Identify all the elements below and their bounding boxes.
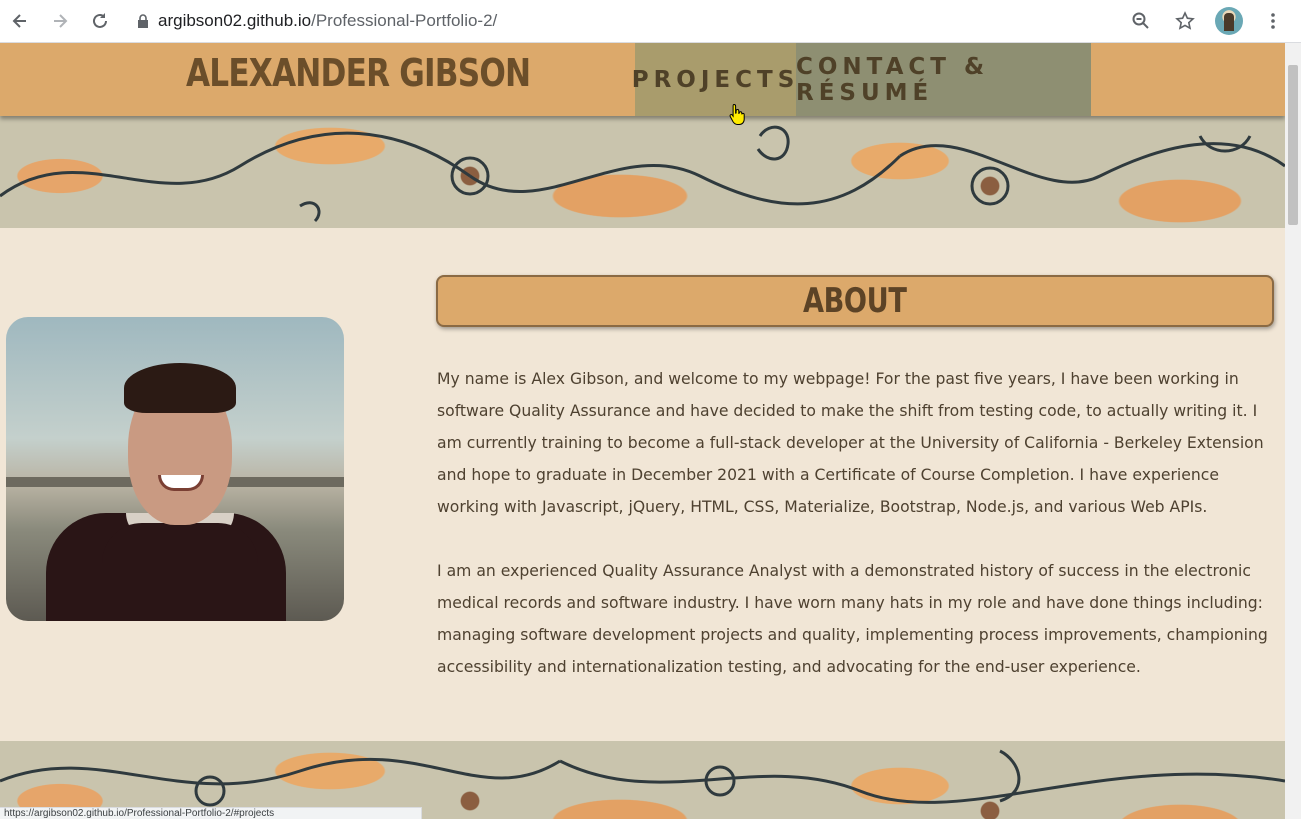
nav-projects-link[interactable]: PROJECTS (632, 43, 796, 116)
about-heading: ABOUT (436, 275, 1274, 327)
menu-dots-icon (1271, 13, 1275, 29)
page-viewport: ALEXANDER GIBSON PROJECTS CONTACT & RÉSU… (0, 43, 1285, 819)
bookmark-button[interactable] (1165, 1, 1205, 41)
forward-arrow-icon (54, 14, 68, 28)
forward-button[interactable] (40, 1, 80, 41)
lock-icon (138, 14, 148, 28)
about-text: My name is Alex Gibson, and welcome to m… (437, 363, 1282, 715)
browser-toolbar: argibson02.github.io/Professional-Portfo… (0, 0, 1301, 43)
zoom-button[interactable] (1121, 1, 1161, 41)
back-arrow-icon (12, 14, 26, 28)
status-bar: https://argibson02.github.io/Professiona… (0, 807, 422, 819)
vertical-scrollbar[interactable] (1285, 43, 1301, 819)
ornamental-banner-top (0, 116, 1285, 228)
reload-button[interactable] (80, 1, 120, 41)
reload-icon (93, 13, 107, 28)
site-header: ALEXANDER GIBSON PROJECTS CONTACT & RÉSU… (0, 43, 1285, 116)
zoom-icon (1132, 12, 1149, 29)
about-heading-text: ABOUT (803, 281, 907, 321)
profile-photo (6, 317, 344, 621)
hand-cursor-icon (729, 103, 745, 125)
url-host: argibson02.github.io (158, 11, 312, 30)
about-paragraph: My name is Alex Gibson, and welcome to m… (437, 369, 1264, 516)
menu-button[interactable] (1253, 1, 1293, 41)
url-path: /Professional-Portfolio-2/ (311, 11, 498, 30)
site-title[interactable]: ALEXANDER GIBSON (186, 51, 531, 95)
scrollbar-thumb[interactable] (1288, 65, 1298, 225)
address-bar[interactable]: argibson02.github.io/Professional-Portfo… (126, 4, 1121, 38)
about-paragraph: I am an experienced Quality Assurance An… (437, 561, 1268, 676)
star-icon (1175, 11, 1195, 30)
profile-avatar[interactable] (1215, 7, 1243, 35)
back-button[interactable] (0, 1, 40, 41)
url-text: argibson02.github.io/Professional-Portfo… (158, 11, 497, 31)
nav-contact-resume-link[interactable]: CONTACT & RÉSUMÉ (796, 43, 1091, 116)
floral-pattern (0, 125, 1285, 223)
